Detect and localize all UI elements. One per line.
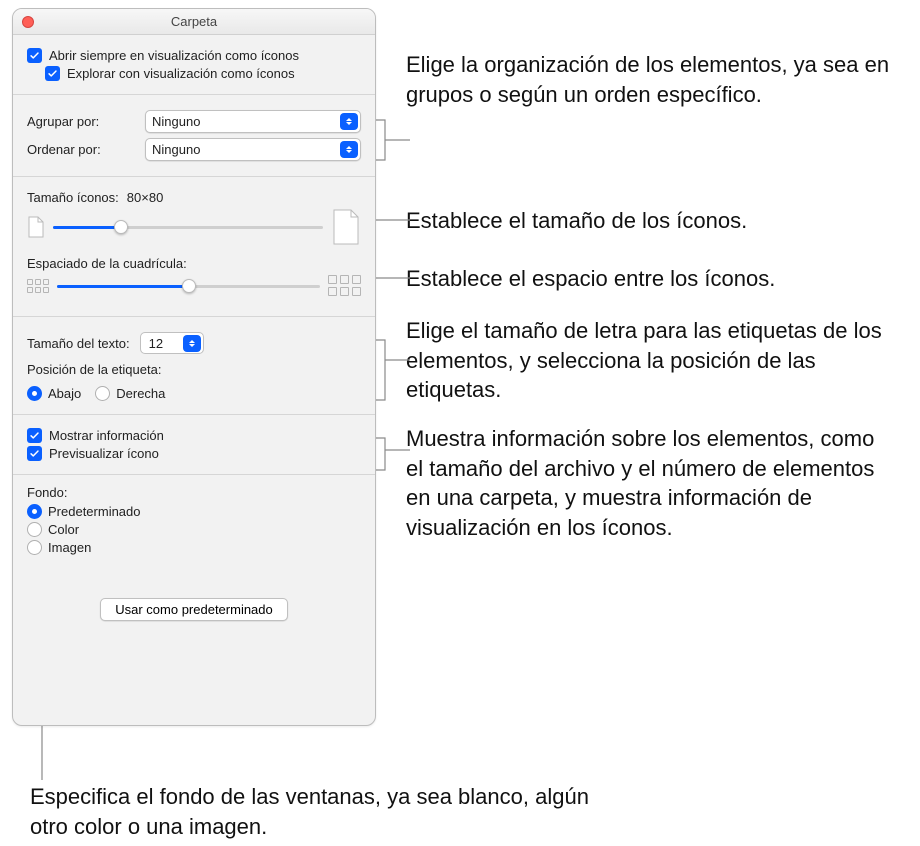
radio-text-right: Derecha — [116, 386, 165, 401]
section-sizes: Tamaño íconos: 80×80 Espaciado de la cua… — [13, 177, 375, 317]
radio-bg-color[interactable]: Color — [27, 522, 361, 537]
value-icon-size: 80×80 — [127, 190, 164, 205]
section-text: Tamaño del texto: 12 Posición de la etiq… — [13, 317, 375, 415]
callout-text: Elige el tamaño de letra para las etique… — [406, 316, 896, 405]
callout-icon-size: Establece el tamaño de los íconos. — [406, 206, 747, 236]
radio-text-color: Color — [48, 522, 79, 537]
window-title: Carpeta — [13, 9, 375, 35]
label-sort-by: Ordenar por: — [27, 142, 145, 157]
select-sort-value: Ninguno — [152, 142, 200, 157]
doc-large-icon — [331, 208, 361, 246]
callout-info: Muestra información sobre los elementos,… — [406, 424, 896, 543]
radio-bg-default[interactable]: Predeterminado — [27, 504, 361, 519]
radio-icon — [95, 386, 110, 401]
view-options-window: Carpeta Abrir siempre en visualización c… — [12, 8, 376, 726]
callout-background: Especifica el fondo de las ventanas, ya … — [30, 782, 590, 841]
label-text-size: Tamaño del texto: — [27, 336, 130, 351]
updown-icon — [340, 113, 358, 130]
radio-icon — [27, 386, 42, 401]
stepper-text-size[interactable]: 12 — [140, 332, 204, 354]
radio-icon — [27, 504, 42, 519]
label-group-by: Agrupar por: — [27, 114, 145, 129]
callout-arrange: Elige la organización de los elementos, … — [406, 50, 896, 109]
label-browse: Explorar con visualización como íconos — [67, 66, 295, 81]
section-open-mode: Abrir siempre en visualización como ícon… — [13, 35, 375, 95]
checkbox-show-info[interactable] — [27, 428, 42, 443]
label-background: Fondo: — [27, 485, 361, 500]
callout-grid-spacing: Establece el espacio entre los íconos. — [406, 264, 775, 294]
select-group-value: Ninguno — [152, 114, 200, 129]
updown-icon — [183, 335, 201, 352]
section-background: Fondo: Predeterminado Color Imagen — [13, 475, 375, 582]
section-arrange: Agrupar por: Ninguno Ordenar por: Ningun… — [13, 95, 375, 177]
grid-loose-icon — [328, 275, 361, 296]
slider-icon-size[interactable] — [53, 217, 323, 237]
label-show-info: Mostrar información — [49, 428, 164, 443]
radio-text-default: Predeterminado — [48, 504, 141, 519]
select-group-by[interactable]: Ninguno — [145, 110, 361, 133]
checkbox-always-open-icons[interactable] — [27, 48, 42, 63]
slider-grid-spacing[interactable] — [57, 276, 320, 296]
titlebar: Carpeta — [13, 9, 375, 35]
checkbox-preview-icon[interactable] — [27, 446, 42, 461]
label-always-open: Abrir siempre en visualización como ícon… — [49, 48, 299, 63]
close-button[interactable] — [22, 16, 34, 28]
section-info: Mostrar información Previsualizar ícono — [13, 415, 375, 475]
label-grid-spacing: Espaciado de la cuadrícula: — [27, 256, 361, 271]
radio-text-image: Imagen — [48, 540, 91, 555]
value-text-size: 12 — [149, 336, 163, 351]
radio-bg-image[interactable]: Imagen — [27, 540, 361, 555]
label-preview-icon: Previsualizar ícono — [49, 446, 159, 461]
label-label-position: Posición de la etiqueta: — [27, 362, 361, 377]
checkbox-browse-icons[interactable] — [45, 66, 60, 81]
radio-icon — [27, 540, 42, 555]
grid-tight-icon — [27, 279, 49, 293]
label-icon-size: Tamaño íconos: — [27, 190, 119, 205]
select-sort-by[interactable]: Ninguno — [145, 138, 361, 161]
updown-icon — [340, 141, 358, 158]
radio-icon — [27, 522, 42, 537]
radio-label-right[interactable]: Derecha — [95, 386, 165, 401]
use-as-default-button[interactable]: Usar como predeterminado — [100, 598, 288, 621]
radio-text-bottom: Abajo — [48, 386, 81, 401]
radio-label-bottom[interactable]: Abajo — [27, 386, 81, 401]
doc-small-icon — [27, 216, 45, 238]
